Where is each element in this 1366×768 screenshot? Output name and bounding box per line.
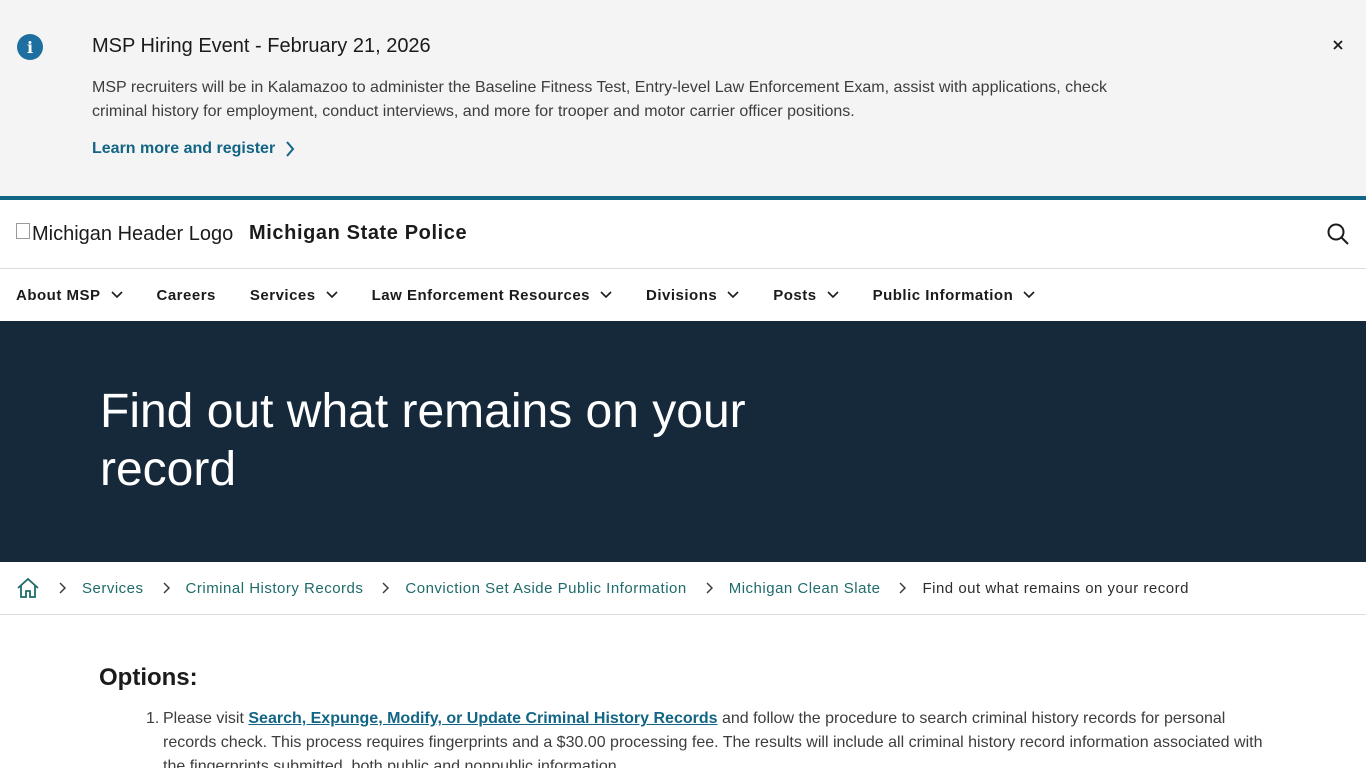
search-button[interactable] [1324,220,1352,248]
list-item-number: 1. [146,710,160,727]
chevron-right-icon [286,141,295,157]
nav-item-label: Divisions [646,286,718,304]
home-icon [17,577,39,598]
chevron-right-icon [705,582,713,594]
breadcrumb-current: Find out what remains on your record [922,579,1189,597]
list-item-prefix: Please visit [163,710,249,727]
chevron-down-icon [727,291,739,299]
nav-item-label: Posts [773,286,817,304]
list-item: 1. Please visit Search, Expunge, Modify, … [99,707,1279,768]
nav-item-services[interactable]: Services [250,287,338,304]
chevron-right-icon [162,582,170,594]
main-content: Options: 1. Please visit Search, Expunge,… [99,664,1279,768]
chevron-down-icon [827,291,839,299]
options-list: 1. Please visit Search, Expunge, Modify, … [99,707,1279,768]
alert-banner: i MSP Hiring Event - February 21, 2026 M… [0,0,1366,196]
search-criminal-history-link[interactable]: Search, Expunge, Modify, or Update Crimi… [248,710,717,727]
nav-item-label: Careers [156,286,216,304]
breadcrumb-home[interactable] [16,577,40,599]
hero-banner: Find out what remains on your record [0,321,1366,562]
site-name[interactable]: Michigan State Police [249,222,467,245]
chevron-right-icon [381,582,390,594]
site-header: Michigan Header Logo Michigan State Poli… [0,200,1366,269]
close-alert-button[interactable] [1327,34,1349,56]
options-heading: Options: [99,664,198,691]
alert-body: MSP recruiters will be in Kalamazoo to a… [92,79,1107,120]
learn-more-label: Learn more and register [92,140,276,157]
alert-title: MSP Hiring Event - February 21, 2026 [92,35,431,57]
chevron-down-icon [326,291,338,299]
nav-item-posts[interactable]: Posts [773,286,839,304]
nav-item-about-msp[interactable]: About MSP [16,287,123,304]
broken-image-icon [16,222,30,239]
nav-item-label: Public Information [872,286,1014,304]
breadcrumb-link-services[interactable]: Services [82,580,144,597]
info-icon: i [17,34,43,60]
nav-item-label: About MSP [16,286,101,304]
breadcrumb-link-conviction-set-aside[interactable]: Conviction Set Aside Public Information [405,580,686,597]
michigan-header-logo[interactable]: Michigan Header Logo [16,222,234,246]
page-title: Find out what remains on your record [100,385,746,496]
chevron-down-icon [600,291,612,299]
breadcrumb-link-criminal-history-records[interactable]: Criminal History Records [186,580,364,597]
logo-alt-text: Michigan Header Logo [32,223,234,245]
search-icon [1327,223,1349,245]
breadcrumb: Services Criminal History Records Convic… [0,562,1366,615]
chevron-right-icon [898,582,907,594]
chevron-down-icon [1023,291,1035,299]
main-nav: About MSP Careers Services Law Enforceme… [0,269,1366,321]
breadcrumb-link-michigan-clean-slate[interactable]: Michigan Clean Slate [729,580,881,597]
nav-item-label: Law Enforcement Resources [371,286,591,304]
close-icon [1333,40,1343,50]
nav-item-careers[interactable]: Careers [157,287,216,304]
nav-item-divisions[interactable]: Divisions [646,287,739,304]
chevron-down-icon [110,291,123,299]
nav-item-public-information[interactable]: Public Information [873,287,1036,304]
nav-item-label: Services [249,286,316,304]
chevron-right-icon [58,582,66,594]
nav-item-law-enforcement-resources[interactable]: Law Enforcement Resources [372,287,612,304]
learn-more-link[interactable]: Learn more and register [92,140,295,158]
